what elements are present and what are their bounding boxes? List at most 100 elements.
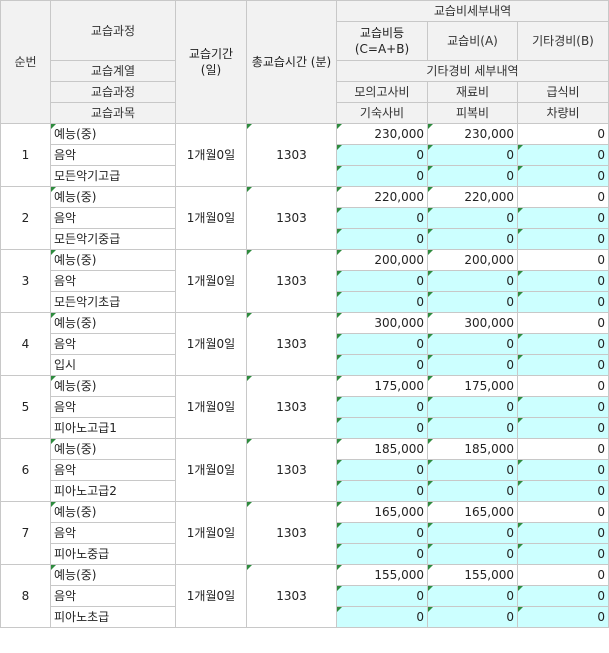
row-dormitory[interactable]: 0 [336, 354, 428, 376]
row-course-subject[interactable]: 모든악기중급 [50, 228, 176, 250]
row-course-subject[interactable]: 피아노중급 [50, 543, 176, 565]
row-fee-a[interactable]: 175,000 [427, 375, 518, 397]
row-mock-exam[interactable]: 0 [336, 585, 428, 607]
row-materials[interactable]: 0 [427, 333, 518, 355]
row-total-time[interactable]: 1303 [246, 123, 337, 187]
row-mock-exam[interactable]: 0 [336, 207, 428, 229]
row-course-process[interactable]: 음악 [50, 522, 176, 544]
row-meals[interactable]: 0 [517, 207, 609, 229]
row-course-process[interactable]: 음악 [50, 207, 176, 229]
row-vehicle[interactable]: 0 [517, 165, 609, 187]
row-vehicle[interactable]: 0 [517, 543, 609, 565]
row-vehicle[interactable]: 0 [517, 480, 609, 502]
row-dormitory[interactable]: 0 [336, 606, 428, 628]
row-materials[interactable]: 0 [427, 270, 518, 292]
row-meals[interactable]: 0 [517, 396, 609, 418]
row-materials[interactable]: 0 [427, 585, 518, 607]
row-mock-exam[interactable]: 0 [336, 270, 428, 292]
row-total-time[interactable]: 1303 [246, 375, 337, 439]
row-materials[interactable]: 0 [427, 522, 518, 544]
row-total-time[interactable]: 1303 [246, 564, 337, 628]
row-course-subject[interactable]: 모든악기초급 [50, 291, 176, 313]
row-fee-total[interactable]: 300,000 [336, 312, 428, 334]
row-total-time[interactable]: 1303 [246, 186, 337, 250]
row-course-process[interactable]: 음악 [50, 333, 176, 355]
row-materials[interactable]: 0 [427, 207, 518, 229]
row-course-group[interactable]: 예능(중) [50, 123, 176, 145]
row-course-group[interactable]: 예능(중) [50, 312, 176, 334]
row-uniform[interactable]: 0 [427, 480, 518, 502]
row-uniform[interactable]: 0 [427, 354, 518, 376]
row-mock-exam[interactable]: 0 [336, 522, 428, 544]
row-uniform[interactable]: 0 [427, 291, 518, 313]
row-fee-a[interactable]: 300,000 [427, 312, 518, 334]
row-course-process[interactable]: 음악 [50, 144, 176, 166]
row-mock-exam[interactable]: 0 [336, 144, 428, 166]
row-fee-a[interactable]: 165,000 [427, 501, 518, 523]
table-row: 8 예능(중) 1개월0일 1303 155,000 155,000 0 [0, 564, 609, 628]
row-meals[interactable]: 0 [517, 333, 609, 355]
row-meals[interactable]: 0 [517, 144, 609, 166]
row-vehicle[interactable]: 0 [517, 606, 609, 628]
row-fee-a[interactable]: 185,000 [427, 438, 518, 460]
row-fee-a[interactable]: 155,000 [427, 564, 518, 586]
row-course-subject[interactable]: 피아노고급2 [50, 480, 176, 502]
row-course-group[interactable]: 예능(중) [50, 375, 176, 397]
row-seq: 8 [0, 564, 51, 628]
row-course-group[interactable]: 예능(중) [50, 564, 176, 586]
row-vehicle[interactable]: 0 [517, 417, 609, 439]
row-total-time[interactable]: 1303 [246, 501, 337, 565]
row-uniform[interactable]: 0 [427, 606, 518, 628]
row-materials[interactable]: 0 [427, 396, 518, 418]
row-dormitory[interactable]: 0 [336, 291, 428, 313]
row-uniform[interactable]: 0 [427, 165, 518, 187]
row-vehicle[interactable]: 0 [517, 291, 609, 313]
row-meals[interactable]: 0 [517, 522, 609, 544]
row-course-subject[interactable]: 입시 [50, 354, 176, 376]
row-dormitory[interactable]: 0 [336, 165, 428, 187]
row-course-group[interactable]: 예능(중) [50, 501, 176, 523]
row-fee-a[interactable]: 200,000 [427, 249, 518, 271]
row-course-process[interactable]: 음악 [50, 459, 176, 481]
row-course-process[interactable]: 음악 [50, 270, 176, 292]
row-course-subject[interactable]: 모든악기고급 [50, 165, 176, 187]
row-meals[interactable]: 0 [517, 459, 609, 481]
row-uniform[interactable]: 0 [427, 543, 518, 565]
row-fee-a[interactable]: 230,000 [427, 123, 518, 145]
row-uniform[interactable]: 0 [427, 228, 518, 250]
row-vehicle[interactable]: 0 [517, 354, 609, 376]
header-fee-detail: 교습비세부내역 [336, 0, 609, 22]
row-dormitory[interactable]: 0 [336, 417, 428, 439]
row-total-time[interactable]: 1303 [246, 312, 337, 376]
row-fee-total[interactable]: 200,000 [336, 249, 428, 271]
row-uniform[interactable]: 0 [427, 417, 518, 439]
row-course-process[interactable]: 음악 [50, 585, 176, 607]
row-mock-exam[interactable]: 0 [336, 333, 428, 355]
row-course-group[interactable]: 예능(중) [50, 186, 176, 208]
row-total-time[interactable]: 1303 [246, 438, 337, 502]
row-course-subject[interactable]: 피아노고급1 [50, 417, 176, 439]
row-course-group[interactable]: 예능(중) [50, 249, 176, 271]
row-dormitory[interactable]: 0 [336, 543, 428, 565]
row-dormitory[interactable]: 0 [336, 480, 428, 502]
row-fee-total[interactable]: 155,000 [336, 564, 428, 586]
row-vehicle[interactable]: 0 [517, 228, 609, 250]
row-dormitory[interactable]: 0 [336, 228, 428, 250]
row-meals[interactable]: 0 [517, 270, 609, 292]
row-course-subject[interactable]: 피아노초급 [50, 606, 176, 628]
row-total-time[interactable]: 1303 [246, 249, 337, 313]
row-period: 1개월0일 [175, 123, 247, 187]
row-materials[interactable]: 0 [427, 144, 518, 166]
row-materials[interactable]: 0 [427, 459, 518, 481]
row-mock-exam[interactable]: 0 [336, 396, 428, 418]
row-fee-a[interactable]: 220,000 [427, 186, 518, 208]
row-fee-total[interactable]: 220,000 [336, 186, 428, 208]
row-fee-total[interactable]: 185,000 [336, 438, 428, 460]
row-mock-exam[interactable]: 0 [336, 459, 428, 481]
row-course-group[interactable]: 예능(중) [50, 438, 176, 460]
row-fee-total[interactable]: 230,000 [336, 123, 428, 145]
row-meals[interactable]: 0 [517, 585, 609, 607]
row-course-process[interactable]: 음악 [50, 396, 176, 418]
row-fee-total[interactable]: 175,000 [336, 375, 428, 397]
row-fee-total[interactable]: 165,000 [336, 501, 428, 523]
